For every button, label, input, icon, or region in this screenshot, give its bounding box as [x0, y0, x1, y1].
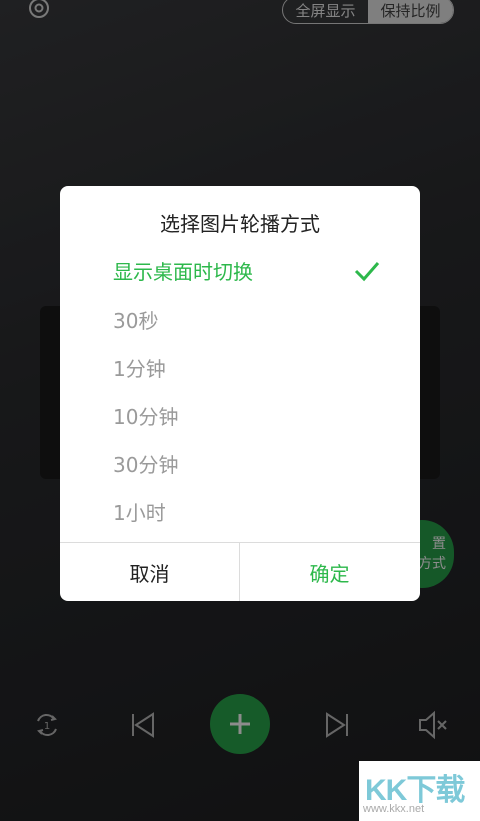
- cancel-button[interactable]: 取消: [60, 543, 239, 601]
- option-30min[interactable]: 30分钟: [113, 443, 420, 483]
- option-1hour[interactable]: 1小时: [113, 491, 420, 531]
- confirm-button[interactable]: 确定: [240, 543, 419, 601]
- option-label: 1分钟: [113, 356, 166, 381]
- option-label: 显示桌面时切换: [113, 259, 253, 284]
- option-label: 10分钟: [113, 404, 179, 429]
- option-10min[interactable]: 10分钟: [113, 395, 420, 435]
- option-label: 30秒: [113, 308, 159, 333]
- dialog-title: 选择图片轮播方式: [160, 212, 320, 236]
- option-1min[interactable]: 1分钟: [113, 347, 420, 387]
- option-label: 30分钟: [113, 452, 179, 477]
- option-label: 1小时: [113, 500, 166, 525]
- watermark-url: www.kkx.net: [363, 803, 425, 815]
- option-30s[interactable]: 30秒: [113, 299, 420, 339]
- slideshow-mode-dialog: 选择图片轮播方式 显示桌面时切换 30秒 1分钟 10分钟 30分钟 1小时 取…: [60, 186, 420, 601]
- watermark-logo: KK下载 www.kkx.net: [359, 761, 480, 821]
- checkmark-icon: [354, 262, 380, 282]
- option-show-desktop[interactable]: 显示桌面时切换: [113, 250, 420, 290]
